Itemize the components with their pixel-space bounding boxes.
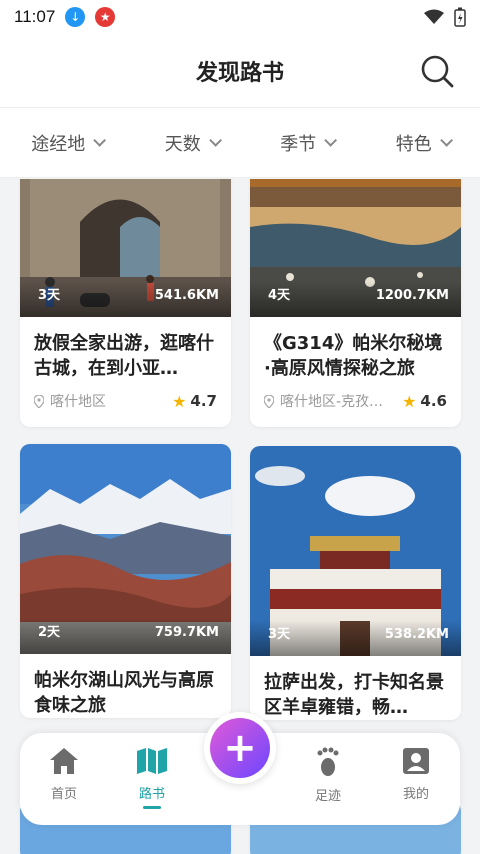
chevron-down-icon bbox=[209, 134, 222, 147]
star-icon: ★ bbox=[172, 391, 187, 411]
status-right bbox=[424, 7, 466, 27]
footprint-icon bbox=[317, 747, 339, 776]
home-icon bbox=[50, 748, 78, 774]
route-title: 拉萨出发，打卡知名景区羊卓雍错，畅… bbox=[264, 672, 444, 718]
route-meta: 喀什地区 ★ 4.7 bbox=[20, 381, 231, 427]
active-tab-indicator bbox=[143, 806, 161, 809]
route-title: 《G314》帕米尔秘境·高原风情探秘之旅 bbox=[264, 333, 443, 379]
route-days: 2天 bbox=[38, 625, 61, 640]
location-pin-icon bbox=[264, 394, 274, 408]
tab-roadbook-label: 路书 bbox=[138, 787, 165, 802]
route-title: 帕米尔湖山风光与高原食味之旅 bbox=[34, 670, 214, 716]
route-distance: 1200.7KM bbox=[375, 288, 449, 303]
route-place: 喀什地区-克孜… bbox=[280, 394, 384, 410]
route-card-image: 3天 538.2KM bbox=[250, 446, 461, 656]
filter-season[interactable]: 季节 bbox=[280, 130, 338, 156]
download-icon: ↓ bbox=[65, 7, 86, 27]
app-notification-icon: ★ bbox=[95, 7, 116, 27]
create-roadbook-button[interactable]: + bbox=[204, 712, 276, 784]
filter-feature-label: 特色 bbox=[395, 133, 432, 155]
profile-card-icon bbox=[403, 748, 429, 774]
route-title: 放假全家出游，逛喀什古城，在到小亚… bbox=[34, 333, 214, 379]
filter-season-label: 季节 bbox=[280, 133, 317, 155]
route-days: 4天 bbox=[268, 288, 291, 303]
battery-icon bbox=[454, 7, 466, 27]
filter-days[interactable]: 天数 bbox=[164, 130, 222, 156]
tab-roadbook[interactable]: 路书 bbox=[108, 733, 196, 825]
chevron-down-icon bbox=[440, 134, 453, 147]
status-bar: 11:07 ↓ ★ bbox=[0, 0, 480, 34]
star-icon: ★ bbox=[402, 391, 417, 411]
route-distance: 759.7KM bbox=[154, 625, 219, 640]
route-card[interactable]: 3天 541.6KM 放假全家出游，逛喀什古城，在到小亚… 喀什地区 ★ 4.7 bbox=[20, 179, 231, 427]
filter-days-label: 天数 bbox=[164, 133, 201, 155]
route-meta: 喀什地区-克孜… ★ 4.6 bbox=[250, 381, 461, 427]
route-rating: 4.7 bbox=[190, 392, 217, 410]
chevron-down-icon bbox=[324, 134, 338, 147]
filter-route-label: 途经地 bbox=[31, 133, 86, 155]
filter-route[interactable]: 途经地 bbox=[31, 130, 107, 156]
tab-home[interactable]: 首页 bbox=[20, 733, 108, 825]
tab-mine[interactable]: 我的 bbox=[372, 733, 460, 825]
status-time: 11:07 bbox=[14, 7, 56, 26]
filter-bar: 途经地 天数 季节 特色 bbox=[0, 108, 480, 178]
tab-footprint[interactable]: 足迹 bbox=[284, 733, 372, 825]
route-place: 喀什地区 bbox=[50, 394, 106, 410]
tab-home-label: 首页 bbox=[50, 787, 77, 802]
route-card-image: 2天 759.7KM bbox=[20, 444, 231, 654]
route-distance: 538.2KM bbox=[384, 627, 449, 642]
route-card-image: 3天 541.6KM bbox=[20, 179, 231, 317]
search-icon[interactable] bbox=[420, 54, 454, 88]
route-distance: 541.6KM bbox=[154, 288, 219, 303]
map-icon bbox=[137, 748, 167, 774]
page-title: 发现路书 bbox=[195, 60, 284, 86]
route-card[interactable]: 2天 759.7KM 帕米尔湖山风光与高原食味之旅 bbox=[20, 444, 231, 718]
app-header: 发现路书 bbox=[0, 34, 480, 108]
route-days: 3天 bbox=[38, 288, 61, 303]
route-card[interactable]: 4天 1200.7KM 《G314》帕米尔秘境·高原风情探秘之旅 喀什地区-克孜… bbox=[250, 179, 461, 427]
route-card-image: 4天 1200.7KM bbox=[250, 179, 461, 317]
location-pin-icon bbox=[34, 394, 44, 408]
route-days: 3天 bbox=[268, 627, 291, 642]
filter-feature[interactable]: 特色 bbox=[395, 130, 453, 156]
plus-icon: + bbox=[210, 718, 270, 778]
wifi-icon bbox=[424, 9, 444, 24]
route-rating: 4.6 bbox=[420, 392, 447, 410]
tab-mine-label: 我的 bbox=[402, 787, 429, 802]
tab-footprint-label: 足迹 bbox=[314, 789, 341, 804]
chevron-down-icon bbox=[93, 134, 107, 147]
route-card[interactable]: 3天 538.2KM 拉萨出发，打卡知名景区羊卓雍错，畅… bbox=[250, 446, 461, 720]
